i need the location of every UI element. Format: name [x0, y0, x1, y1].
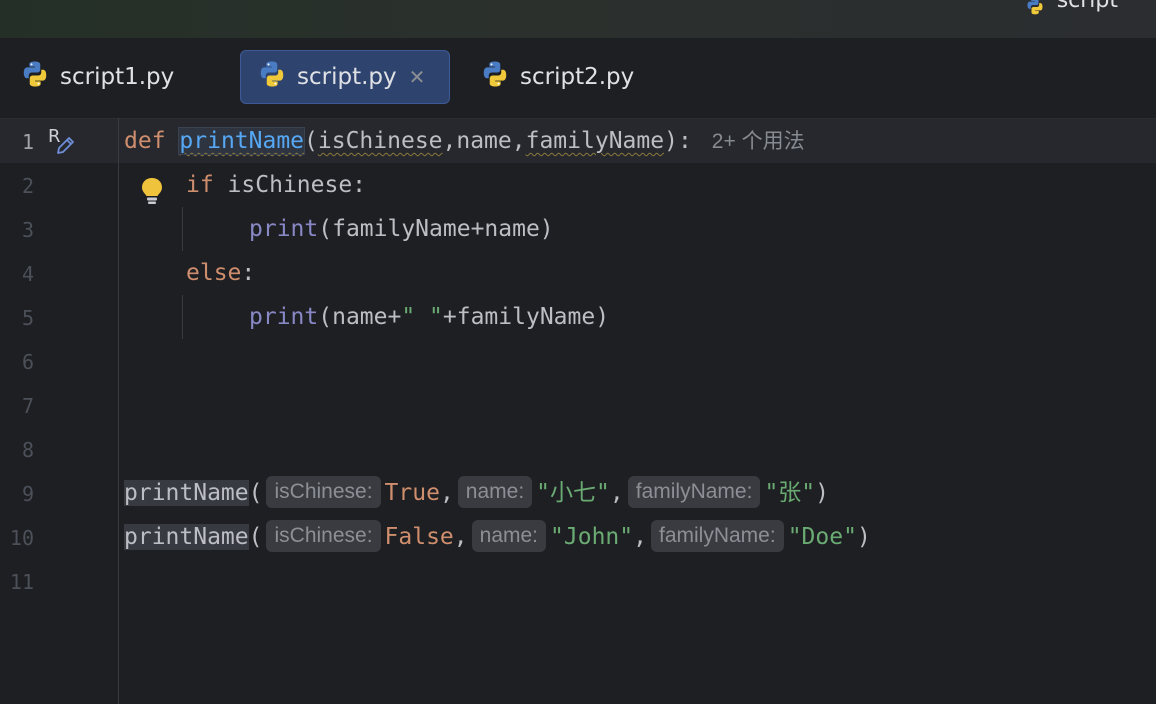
punct: ,	[633, 524, 647, 550]
param-hint: familyName:	[650, 519, 784, 552]
tab-script2[interactable]: script2.py	[480, 50, 680, 104]
string-literal: " "	[401, 304, 443, 330]
line-number[interactable]: 11	[0, 570, 34, 594]
python-icon	[480, 59, 510, 95]
function-name[interactable]: printName	[178, 127, 306, 155]
value-false: False	[384, 524, 454, 550]
punct: ,	[439, 480, 454, 506]
line-number[interactable]: 1	[0, 130, 34, 154]
line-number[interactable]: 8	[0, 438, 34, 462]
code-text: (name+	[318, 304, 402, 330]
punct: (	[248, 480, 263, 506]
line-number[interactable]: 2	[0, 174, 34, 198]
line-number[interactable]: 5	[0, 306, 34, 330]
indent-guide	[182, 207, 183, 251]
code-line-5[interactable]: print(name+" "+familyName)	[249, 295, 609, 339]
punct: ,	[453, 524, 468, 550]
window-titlebar: script	[0, 0, 1156, 38]
keyword: else	[186, 260, 242, 286]
line-number[interactable]: 10	[0, 526, 34, 550]
keyword: if	[186, 172, 214, 198]
lightbulb-icon[interactable]	[140, 176, 164, 212]
line-number[interactable]: 9	[0, 482, 34, 506]
tab-label: script1.py	[60, 64, 175, 90]
code-line-4[interactable]: else:	[186, 251, 255, 295]
punct: ):	[664, 128, 692, 154]
string-literal: "John"	[550, 524, 634, 550]
code-line-3[interactable]: print(familyName+name)	[249, 207, 554, 251]
indent-guide	[182, 295, 183, 339]
punct: )	[815, 480, 829, 506]
code-line-1[interactable]: def printName(isChinese,name,familyName)…	[124, 119, 805, 163]
code-text: isChinese:	[213, 172, 367, 198]
python-icon	[20, 59, 50, 95]
punct: (	[304, 128, 318, 154]
punct: ,	[609, 480, 624, 506]
param-hint: familyName:	[627, 475, 761, 508]
editor: script1.py script.py ✕ script2.py 1 2 3 …	[0, 38, 1156, 704]
string-literal: "张"	[764, 480, 816, 506]
punct: (	[248, 524, 263, 550]
code-line-10[interactable]: printName(isChinese: False, name: "John", fa…	[124, 515, 871, 559]
edit-pencil-icon[interactable]	[54, 135, 76, 161]
tab-bar: script1.py script.py ✕ script2.py	[0, 38, 1156, 119]
string-literal: "小七"	[536, 480, 610, 506]
close-icon[interactable]: ✕	[409, 65, 426, 89]
function-call[interactable]: printName	[124, 480, 249, 506]
python-icon	[1025, 0, 1045, 22]
line-number[interactable]: 7	[0, 394, 34, 418]
keyword: def	[124, 128, 166, 154]
line-number[interactable]: 6	[0, 350, 34, 374]
tab-label: script2.py	[520, 64, 635, 90]
python-icon	[257, 59, 287, 95]
param-familyname[interactable]: familyName	[526, 128, 664, 154]
code-line-9[interactable]: printName(isChinese: True, name: "小七", famil…	[124, 471, 829, 515]
builtin-print: print	[249, 216, 319, 242]
punct: )	[856, 524, 871, 550]
param-ischinese[interactable]: isChinese	[318, 128, 443, 154]
tab-script[interactable]: script.py ✕	[240, 50, 450, 104]
builtin-print: print	[249, 304, 319, 330]
function-call[interactable]: printName	[124, 524, 249, 550]
window-title: script	[1027, 0, 1118, 15]
line-number[interactable]: 4	[0, 262, 34, 286]
usages-hint[interactable]: 2+ 个用法	[712, 130, 805, 153]
param-hint: isChinese:	[266, 519, 381, 552]
tab-label: script.py	[297, 64, 397, 90]
param-hint: name:	[457, 475, 533, 508]
line-number[interactable]: 3	[0, 218, 34, 242]
string-literal: "Doe"	[787, 524, 857, 550]
code-text: +familyName)	[442, 304, 610, 330]
window-title-text: script	[1056, 0, 1118, 13]
params-mid: ,name,	[442, 128, 526, 154]
code-line-2[interactable]: if isChinese:	[186, 163, 366, 207]
param-hint: name:	[471, 519, 547, 552]
gutter-separator	[118, 118, 119, 704]
tab-script1[interactable]: script1.py	[20, 50, 220, 104]
code-text: (familyName+name)	[318, 216, 554, 242]
param-hint: isChinese:	[266, 475, 381, 508]
value-true: True	[384, 480, 440, 506]
code-text: :	[241, 260, 256, 286]
